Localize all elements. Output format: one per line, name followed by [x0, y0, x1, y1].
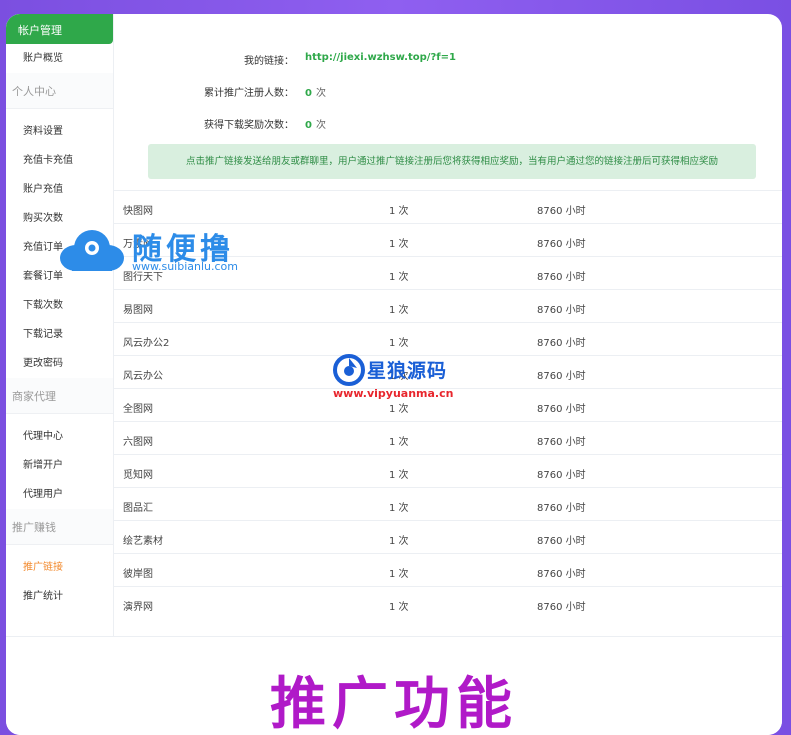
reward-count: 1 次 [389, 305, 409, 316]
sidebar-item-agent-users[interactable]: 代理用户 [6, 480, 113, 509]
promo-info-panel: 我的链接： http://jiexi.wzhsw.top/?f=1 累计推广注册… [114, 14, 782, 190]
main-card: 帐户管理 账户概览 个人中心 资料设置 充值卡充值 账户充值 购买次数 充值订单… [6, 14, 782, 735]
table-row: 易图网 1 次 8760 小时 [114, 289, 782, 322]
sidebar-section-personal: 个人中心 [6, 73, 113, 109]
reward-count: 1 次 [389, 536, 409, 547]
reward-duration: 8760 小时 [537, 371, 586, 382]
sidebar-section-promotion: 推广赚钱 [6, 509, 113, 545]
table-row: 绘艺素材 1 次 8760 小时 [114, 520, 782, 553]
reward-duration: 8760 小时 [537, 536, 586, 547]
sidebar-item-promo-stats[interactable]: 推广统计 [6, 582, 113, 611]
sidebar-item-account-recharge[interactable]: 账户充值 [6, 175, 113, 204]
reward-duration: 8760 小时 [537, 404, 586, 415]
table-row: 觅知网 1 次 8760 小时 [114, 454, 782, 487]
reward-duration: 8760 小时 [537, 206, 586, 217]
watermark-vipyuanma: 星狼源码 www.vipyuanma.cn [333, 354, 483, 404]
site-name: 图品汇 [123, 503, 153, 514]
promo-title: 推广功能 [270, 672, 518, 735]
reward-count: 1 次 [389, 569, 409, 580]
reward-duration: 8760 小时 [537, 338, 586, 349]
sidebar-item-card-recharge[interactable]: 充值卡充值 [6, 146, 113, 175]
spiral-logo-icon [333, 354, 365, 386]
table-row: 彼岸图 1 次 8760 小时 [114, 553, 782, 586]
site-name: 觅知网 [123, 470, 153, 481]
reward-count: 1 次 [389, 272, 409, 283]
reward-count: 1 次 [389, 338, 409, 349]
reward-duration: 8760 小时 [537, 272, 586, 283]
reward-duration: 8760 小时 [537, 437, 586, 448]
sidebar-item-profile[interactable]: 资料设置 [6, 117, 113, 146]
download-reward-label: 获得下载奖励次数： [204, 120, 294, 131]
site-name: 易图网 [123, 305, 153, 316]
reward-duration: 8760 小时 [537, 305, 586, 316]
sidebar-top-tab[interactable]: 帐户管理 [6, 14, 113, 44]
reward-count: 1 次 [389, 602, 409, 613]
reward-duration: 8760 小时 [537, 470, 586, 481]
reward-duration: 8760 小时 [537, 503, 586, 514]
watermark-url: www.vipyuanma.cn [333, 387, 454, 400]
download-reward-value: 0次 [305, 120, 326, 131]
site-name: 快图网 [123, 206, 153, 217]
sidebar-item-change-password[interactable]: 更改密码 [6, 349, 113, 378]
table-row: 风云办公2 1 次 8760 小时 [114, 322, 782, 355]
site-name: 风云办公 [123, 371, 163, 382]
table-row: 演界网 1 次 8760 小时 [114, 586, 782, 619]
reward-count: 1 次 [389, 503, 409, 514]
watermark-url: www.suibianlu.com [132, 260, 239, 273]
promo-footer: 推广功能 [6, 636, 782, 735]
reward-count: 1 次 [389, 470, 409, 481]
site-name: 演界网 [123, 602, 153, 613]
reward-count: 1 次 [389, 239, 409, 250]
sidebar-section-agent: 商家代理 [6, 378, 113, 414]
sidebar: 帐户管理 账户概览 个人中心 资料设置 充值卡充值 账户充值 购买次数 充值订单… [6, 14, 114, 636]
reward-duration: 8760 小时 [537, 602, 586, 613]
reward-count: 1 次 [389, 206, 409, 217]
my-link-value[interactable]: http://jiexi.wzhsw.top/?f=1 [305, 52, 456, 63]
sidebar-item-agent-center[interactable]: 代理中心 [6, 422, 113, 451]
site-name: 彼岸图 [123, 569, 153, 580]
site-name: 六图网 [123, 437, 153, 448]
sidebar-item-download-count[interactable]: 下载次数 [6, 291, 113, 320]
sidebar-item-download-records[interactable]: 下载记录 [6, 320, 113, 349]
watermark-name: 星狼源码 [367, 360, 448, 382]
watermark-suibianlu: 随便撸 www.suibianlu.com [58, 222, 258, 278]
reg-count-value: 0次 [305, 88, 326, 99]
promo-notice: 点击推广链接发送给朋友或群聊里，用户通过推广链接注册后您将获得相应奖励，当有用户… [148, 144, 756, 179]
table-row: 快图网 1 次 8760 小时 [114, 190, 782, 223]
sidebar-item-overview[interactable]: 账户概览 [6, 44, 113, 73]
reward-duration: 8760 小时 [537, 569, 586, 580]
reward-count: 1 次 [389, 437, 409, 448]
cloud-logo-icon [60, 230, 124, 271]
site-name: 全图网 [123, 404, 153, 415]
sidebar-item-promo-link[interactable]: 推广链接 [6, 553, 113, 582]
site-name: 绘艺素材 [123, 536, 163, 547]
reward-duration: 8760 小时 [537, 239, 586, 250]
my-link-label: 我的链接： [244, 56, 294, 67]
table-row: 六图网 1 次 8760 小时 [114, 421, 782, 454]
sidebar-item-new-account[interactable]: 新增开户 [6, 451, 113, 480]
site-name: 风云办公2 [123, 338, 170, 349]
table-row: 图品汇 1 次 8760 小时 [114, 487, 782, 520]
reg-count-label: 累计推广注册人数： [204, 88, 294, 99]
